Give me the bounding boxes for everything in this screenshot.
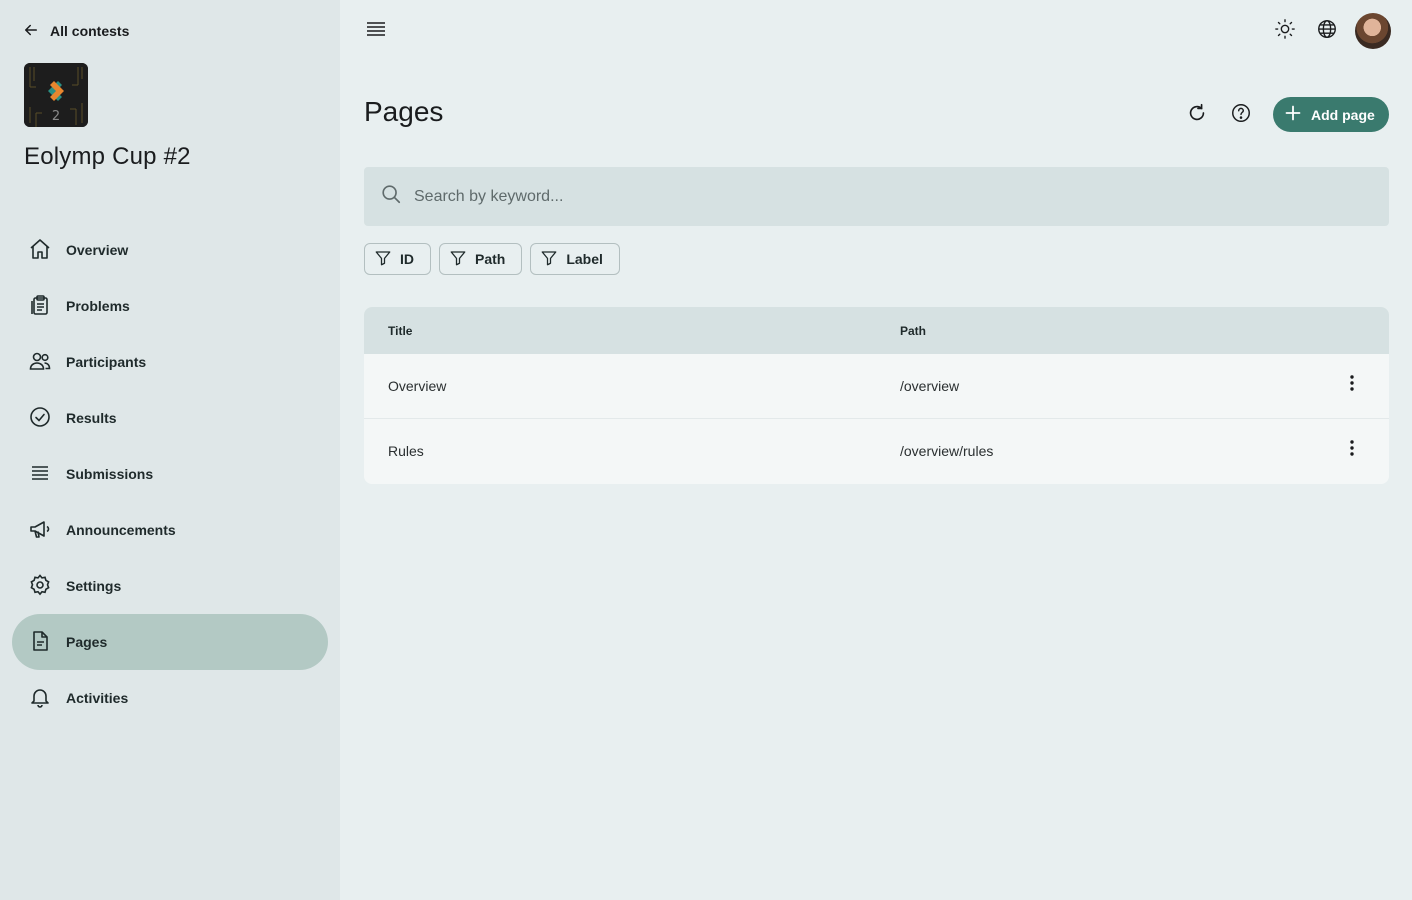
- sidebar-item-overview[interactable]: Overview: [12, 222, 328, 278]
- pages-table: Title Path Overview /overview Rules /ove…: [364, 307, 1389, 484]
- sidebar-item-label: Results: [66, 410, 117, 426]
- people-icon: [28, 349, 52, 376]
- sidebar-item-label: Activities: [66, 690, 129, 706]
- sun-icon: [1274, 18, 1296, 45]
- list-icon: [28, 461, 52, 488]
- menu-icon: [366, 19, 386, 44]
- sidebar-nav: Overview Problems Participants Results S…: [12, 222, 328, 726]
- row-path: /overview/rules: [900, 443, 994, 459]
- search-bar: [364, 167, 1389, 226]
- refresh-icon: [1186, 102, 1208, 129]
- search-input[interactable]: [414, 187, 1314, 206]
- filter-path-button[interactable]: Path: [439, 243, 523, 275]
- sidebar-item-label: Overview: [66, 242, 129, 258]
- menu-button[interactable]: [362, 17, 390, 45]
- sidebar-item-submissions[interactable]: Submissions: [12, 446, 328, 502]
- table-header: Title Path: [364, 307, 1389, 354]
- gear-icon: [28, 573, 52, 600]
- sidebar: All contests 2 Eolymp Cup #2 Overview Pr…: [0, 0, 340, 900]
- sidebar-item-announcements[interactable]: Announcements: [12, 502, 328, 558]
- page-title: Pages: [364, 96, 444, 127]
- check-circle-icon: [28, 405, 52, 432]
- avatar[interactable]: [1355, 13, 1391, 49]
- table-row[interactable]: Overview /overview: [364, 354, 1389, 419]
- contest-logo: 2: [24, 63, 88, 127]
- theme-toggle-button[interactable]: [1271, 17, 1299, 45]
- bell-icon: [28, 685, 52, 712]
- filter-icon: [540, 249, 558, 270]
- add-page-label: Add page: [1311, 106, 1375, 123]
- column-header-title: Title: [388, 323, 413, 338]
- add-page-button[interactable]: Add page: [1273, 97, 1389, 132]
- document-icon: [28, 629, 52, 656]
- filter-label-button[interactable]: Label: [530, 243, 620, 275]
- sidebar-item-problems[interactable]: Problems: [12, 278, 328, 334]
- sidebar-item-label: Problems: [66, 298, 130, 314]
- filter-chips: ID Path Label: [364, 243, 620, 275]
- row-title: Overview: [388, 378, 447, 394]
- filter-label-label: Label: [566, 251, 603, 267]
- search-icon: [380, 183, 402, 210]
- sidebar-item-settings[interactable]: Settings: [12, 558, 328, 614]
- sidebar-item-pages[interactable]: Pages: [12, 614, 328, 670]
- more-vertical-icon: [1350, 439, 1354, 461]
- row-menu-button[interactable]: [1340, 373, 1364, 397]
- sidebar-item-results[interactable]: Results: [12, 390, 328, 446]
- plus-icon: [1285, 105, 1301, 124]
- row-path: /overview: [900, 378, 960, 394]
- sidebar-item-activities[interactable]: Activities: [12, 670, 328, 726]
- filter-id-button[interactable]: ID: [364, 243, 431, 275]
- language-button[interactable]: [1313, 17, 1341, 45]
- all-contests-link[interactable]: All contests: [22, 20, 129, 42]
- sidebar-item-label: Pages: [66, 634, 108, 650]
- home-icon: [28, 237, 52, 264]
- filter-id-label: ID: [400, 251, 414, 267]
- megaphone-icon: [28, 517, 52, 544]
- sidebar-item-label: Participants: [66, 354, 147, 370]
- arrow-left-icon: [22, 21, 40, 42]
- help-icon: [1230, 102, 1252, 129]
- row-title: Rules: [388, 443, 424, 459]
- globe-icon: [1316, 18, 1338, 45]
- sidebar-item-label: Settings: [66, 578, 122, 594]
- column-header-path: Path: [900, 323, 927, 338]
- filter-path-label: Path: [475, 251, 506, 267]
- more-vertical-icon: [1350, 374, 1354, 396]
- help-button[interactable]: [1228, 102, 1254, 128]
- sidebar-item-participants[interactable]: Participants: [12, 334, 328, 390]
- filter-icon: [449, 249, 467, 270]
- all-contests-label: All contests: [50, 23, 130, 39]
- sidebar-item-label: Announcements: [66, 522, 176, 538]
- app-root: All contests 2 Eolymp Cup #2 Overview Pr…: [0, 0, 1412, 900]
- refresh-button[interactable]: [1184, 102, 1210, 128]
- table-row[interactable]: Rules /overview/rules: [364, 419, 1389, 484]
- row-menu-button[interactable]: [1340, 438, 1364, 462]
- contest-title: Eolymp Cup #2: [24, 143, 191, 170]
- filter-icon: [374, 249, 392, 270]
- logo-number: 2: [52, 109, 60, 124]
- clipboard-icon: [28, 293, 52, 320]
- sidebar-item-label: Submissions: [66, 466, 154, 482]
